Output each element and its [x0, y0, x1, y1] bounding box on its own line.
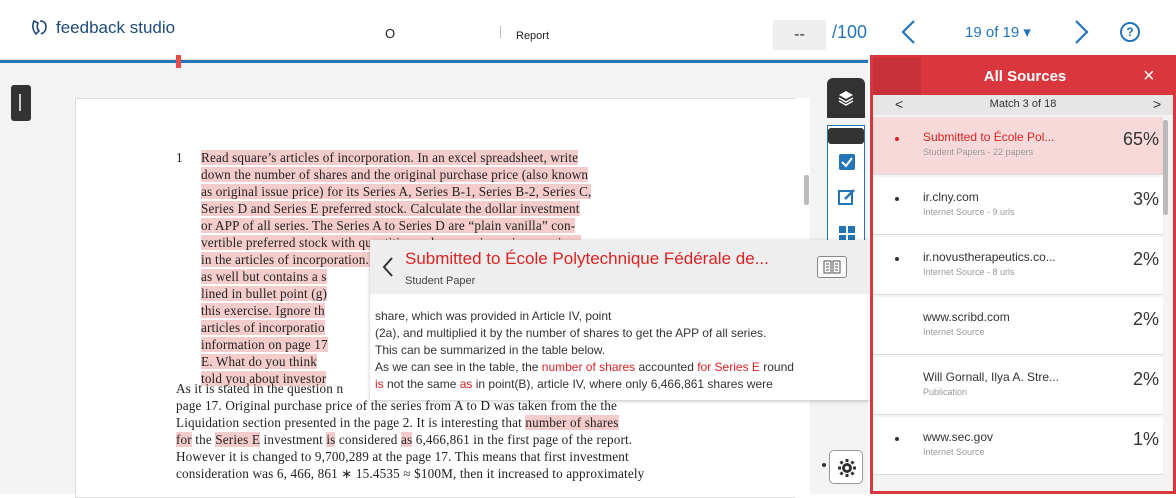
document-text-line: this exercise. Ignore th: [201, 303, 325, 318]
document-text-line: information on page 17: [201, 337, 328, 352]
layers-icon: [838, 91, 854, 106]
compare-icon: [823, 260, 841, 274]
document-text-line: lined in bullet point (g): [201, 286, 328, 301]
source-name: ir.novustherapeutics.co...: [923, 250, 1056, 264]
source-bullet: [895, 137, 899, 141]
match-popup: Submitted to École Polytechnique Fédéral…: [370, 240, 870, 400]
document-title: O: [385, 26, 396, 41]
popup-match-text: share, which was provided in Article IV,…: [375, 309, 794, 391]
source-percent: 2%: [1132, 369, 1159, 389]
source-name: ir.clny.com: [923, 190, 979, 204]
next-match-icon[interactable]: >: [1153, 96, 1161, 112]
source-bullet: [895, 257, 899, 261]
source-item[interactable]: ir.clny.com Internet Source - 9 urls 3%: [873, 177, 1163, 235]
source-type: Student Papers - 22 papers: [923, 147, 1034, 157]
settings-button[interactable]: [829, 450, 863, 484]
source-percent: 65%: [1122, 129, 1159, 149]
top-bar: feedback studio O Report -- /100 19 of 1…: [0, 0, 1176, 60]
para2-line: consideration was 6, 466, 861 ∗ 15.4535 …: [176, 466, 645, 481]
document-text-line: articles of incorporatio: [201, 320, 325, 335]
gear-icon: [838, 459, 856, 477]
edit-icon[interactable]: [837, 187, 857, 207]
source-item[interactable]: Will Gornall, Ilya A. Stre... Publication…: [873, 357, 1163, 415]
document-text-line: down the number of shares and the origin…: [201, 167, 589, 182]
para2-line: Liquidation section presented in the pag…: [176, 415, 619, 430]
app-name: feedback studio: [56, 18, 176, 37]
grade-input[interactable]: --: [773, 20, 826, 50]
popup-header: Submitted to École Polytechnique Fédéral…: [370, 240, 870, 294]
source-type: Publication: [923, 387, 968, 397]
checkbox-icon[interactable]: [837, 152, 857, 172]
side-panel-handle[interactable]: [11, 85, 31, 121]
title-divider: [500, 26, 501, 38]
layers-small-icon[interactable]: [828, 128, 864, 144]
source-name: Submitted to École Pol...: [923, 130, 1055, 144]
source-bullet: [895, 437, 899, 441]
para2-line: for the Series E investment is considere…: [176, 432, 633, 447]
sources-header: All Sources ×: [873, 58, 1173, 95]
grade-total: /100: [832, 22, 868, 42]
source-item[interactable]: ir.novustherapeutics.co... Internet Sourc…: [873, 237, 1163, 295]
footnote-number: 1: [176, 150, 183, 165]
source-percent: 2%: [1132, 249, 1159, 269]
source-type: Internet Source: [923, 447, 985, 457]
side-by-side-button[interactable]: [817, 256, 847, 278]
para2-line: However it is changed to 9,700,289 at th…: [176, 449, 629, 464]
tool-column: [827, 125, 865, 255]
document-text-line: as original issue price) for its Series …: [201, 184, 592, 199]
source-percent: 2%: [1132, 309, 1159, 329]
match-navigator: < Match 3 of 18 >: [873, 95, 1173, 115]
sources-header-tab[interactable]: [873, 58, 921, 95]
popup-source-title[interactable]: Submitted to École Polytechnique Fédéral…: [405, 249, 769, 269]
layers-button[interactable]: [827, 78, 865, 118]
document-text-line: Series D and Series E preferred stock. C…: [201, 201, 580, 216]
para2-line: page 17. Original purchase price of the …: [176, 398, 617, 413]
source-name: Will Gornall, Ilya A. Stre...: [923, 370, 1060, 384]
source-item[interactable]: Submitted to École Pol... Student Papers …: [873, 117, 1163, 175]
popup-prev-icon[interactable]: [380, 255, 396, 279]
collapse-dot: [822, 463, 826, 467]
previous-paper-icon[interactable]: [897, 18, 921, 46]
source-name: www.scribd.com: [923, 310, 1010, 324]
paper-count-dropdown[interactable]: 19 of 19 ▾: [965, 23, 1031, 41]
source-item[interactable]: www.scribd.com Internet Source 2%: [873, 297, 1163, 355]
source-bullet: [895, 197, 899, 201]
match-marker: [176, 55, 181, 68]
document-text-line: Read square’s articles of incorporation.…: [201, 150, 579, 165]
next-paper-icon[interactable]: [1069, 18, 1093, 46]
sources-panel: All Sources × < Match 3 of 18 > Submitte…: [870, 55, 1176, 494]
source-percent: 1%: [1132, 429, 1159, 449]
document-text-line: E. What do you think: [201, 354, 317, 369]
source-percent: 3%: [1132, 189, 1159, 209]
source-type: Internet Source - 8 urls: [923, 267, 1015, 277]
document-text-line: as well but contains a s: [201, 269, 327, 284]
source-item[interactable]: www.sec.gov Internet Source 1%: [873, 417, 1163, 475]
match-counter: Match 3 of 18: [989, 98, 1057, 110]
document-scrollbar[interactable]: [804, 175, 809, 205]
sources-scrollbar[interactable]: [1163, 120, 1168, 215]
help-icon[interactable]: ?: [1120, 22, 1140, 42]
close-icon[interactable]: ×: [1143, 65, 1155, 88]
source-type: Internet Source: [923, 327, 985, 337]
document-text-line: or APP of all series. The Series A to Se…: [201, 218, 576, 233]
source-name: www.sec.gov: [923, 430, 994, 444]
popup-source-type: Student Paper: [405, 275, 476, 287]
feedback-studio-logo-icon: [32, 19, 47, 36]
sources-title: All Sources: [983, 68, 1067, 85]
source-type: Internet Source - 9 urls: [923, 207, 1015, 217]
document-report-label: Report: [516, 30, 550, 42]
para2-line: As it is stated in the question n: [176, 381, 344, 396]
brand-logo[interactable]: feedback studio: [30, 18, 175, 38]
